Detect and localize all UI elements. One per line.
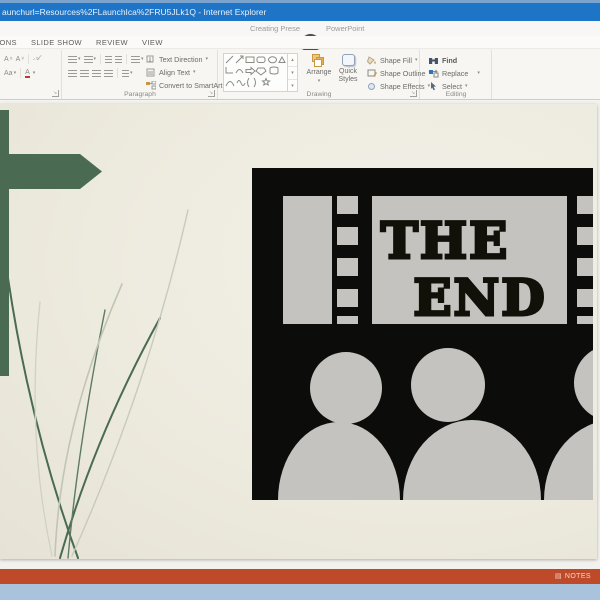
status-bar: ▤ NOTES [0, 569, 600, 584]
find-button[interactable]: Find [428, 55, 480, 65]
align-text-icon [145, 67, 156, 77]
clipart-text-end: END [413, 268, 546, 327]
find-binoculars-icon [428, 55, 439, 65]
tab-view[interactable]: VIEW [142, 38, 163, 47]
replace-icon [428, 68, 439, 78]
shape-effects-icon [366, 81, 377, 91]
dropdown-caret-icon: ▾ [130, 69, 133, 76]
font-dialog-launcher-icon[interactable]: ↘ [52, 90, 59, 97]
powerpoint-titlebar: Creating Prese PowerPoint [0, 21, 600, 53]
tab-transitions-partial[interactable]: IONS [0, 38, 17, 47]
select-cursor-icon [428, 81, 439, 91]
change-case-button[interactable]: Aa ▾ [4, 70, 16, 77]
smartart-icon [145, 80, 156, 90]
replace-button[interactable]: Replace ▾ [428, 68, 480, 78]
submenu-caret-icon: ▾ [477, 69, 480, 76]
ribbon: A ˄ A ˅ 𝒜 Aa ▾ A ▾ ↘ ▾ ▾ ▾ ▾ Text Direct… [0, 50, 600, 100]
dropdown-caret-icon: ▾ [193, 68, 196, 75]
tab-review[interactable]: REVIEW [96, 38, 128, 47]
dropdown-caret-icon: ▾ [205, 55, 209, 62]
text-direction-button[interactable]: Text Direction ▾ [145, 54, 228, 64]
document-title: Creating Prese [249, 24, 300, 33]
arrange-icon [312, 54, 326, 67]
ie-title-text: aunchurl=Resources%2FLaunchIca%2FRU5JLk1… [2, 7, 267, 17]
slide-canvas[interactable]: THE END [0, 104, 597, 559]
gallery-scroll[interactable]: ▴ ▾ ▾ [287, 54, 297, 91]
tab-slide-show[interactable]: SLIDE SHOW [31, 38, 82, 47]
justify-icon[interactable] [104, 69, 113, 77]
dropdown-caret-icon: ▾ [93, 55, 97, 62]
slide-workspace: THE END [0, 101, 600, 569]
notes-icon: ▤ [554, 573, 562, 580]
increase-indent-icon[interactable] [115, 55, 123, 63]
ie-window: aunchurl=Resources%2FLaunchIca%2FRU5JLk1… [0, 0, 600, 600]
dropdown-caret-icon: ▾ [78, 55, 81, 62]
drawing-group-label: Drawing [306, 91, 332, 98]
ie-titlebar: aunchurl=Resources%2FLaunchIca%2FRU5JLk1… [0, 3, 600, 21]
shape-fill-icon [366, 55, 377, 65]
shape-glyphs-icon [224, 54, 287, 91]
app-name: PowerPoint [326, 24, 365, 33]
paragraph-group: ▾ ▾ ▾ ▾ Text Direction ▾ Align Text ▾ Co… [63, 50, 228, 99]
gallery-scroll-up-icon[interactable]: ▴ [288, 54, 297, 67]
align-center-icon[interactable] [80, 69, 89, 77]
align-right-icon[interactable] [92, 69, 101, 77]
dropdown-caret-icon: ▾ [32, 69, 36, 76]
bullets-button[interactable]: ▾ [68, 55, 81, 63]
dropdown-caret-icon: ▾ [464, 82, 468, 89]
ribbon-tab-row: IONS SLIDE SHOW REVIEW VIEW [0, 36, 600, 49]
dropdown-caret-icon: ▾ [414, 56, 418, 63]
quick-styles-button[interactable]: Quick Styles [335, 54, 361, 83]
line-spacing-button[interactable]: ▾ [131, 55, 144, 63]
arrange-button[interactable]: Arrange ▾ [304, 54, 334, 84]
dropdown-caret-icon: ▾ [13, 69, 17, 76]
align-text-button[interactable]: Align Text ▾ [145, 67, 228, 77]
grow-font-button[interactable]: A ˄ [4, 56, 13, 63]
notes-button[interactable]: ▤ NOTES [555, 573, 600, 580]
editing-group-label: Editing [445, 91, 467, 98]
shrink-font-button[interactable]: A ˅ [16, 56, 25, 63]
shape-outline-icon [366, 68, 377, 78]
select-button[interactable]: Select ▾ [428, 81, 480, 91]
the-end-clipart[interactable]: THE END [252, 168, 593, 500]
dropdown-caret-icon: ▾ [141, 55, 144, 62]
dropdown-caret-icon: ▾ [317, 77, 321, 84]
quick-styles-icon [341, 54, 355, 66]
font-group-partial: A ˄ A ˅ 𝒜 Aa ▾ A ▾ ↘ [0, 50, 62, 99]
editing-group: Find Replace ▾ Select ▾ Editing [421, 50, 492, 99]
font-color-button[interactable]: A [25, 69, 30, 78]
paragraph-dialog-launcher-icon[interactable]: ↘ [208, 90, 215, 97]
align-left-icon[interactable] [68, 69, 77, 77]
decrease-indent-icon[interactable] [105, 55, 113, 63]
numbering-button[interactable]: ▾ [83, 55, 97, 63]
drawing-dialog-launcher-icon[interactable]: ↘ [410, 90, 417, 97]
clipart-text-the: THE [381, 211, 510, 270]
shapes-gallery[interactable]: ▴ ▾ ▾ [223, 53, 298, 92]
convert-smartart-button[interactable]: Convert to SmartArt▾ [145, 80, 228, 90]
text-direction-icon [145, 54, 156, 64]
taskbar-strip [0, 584, 600, 600]
columns-button[interactable]: ▾ [122, 69, 133, 77]
clear-formatting-icon[interactable]: 𝒜 [33, 55, 40, 63]
gallery-scroll-down-icon[interactable]: ▾ [288, 67, 297, 80]
drawing-group: ▴ ▾ ▾ Arrange ▾ Quick Styles Shape Fill ▾ [219, 50, 431, 99]
paragraph-group-label: Paragraph [124, 91, 156, 98]
